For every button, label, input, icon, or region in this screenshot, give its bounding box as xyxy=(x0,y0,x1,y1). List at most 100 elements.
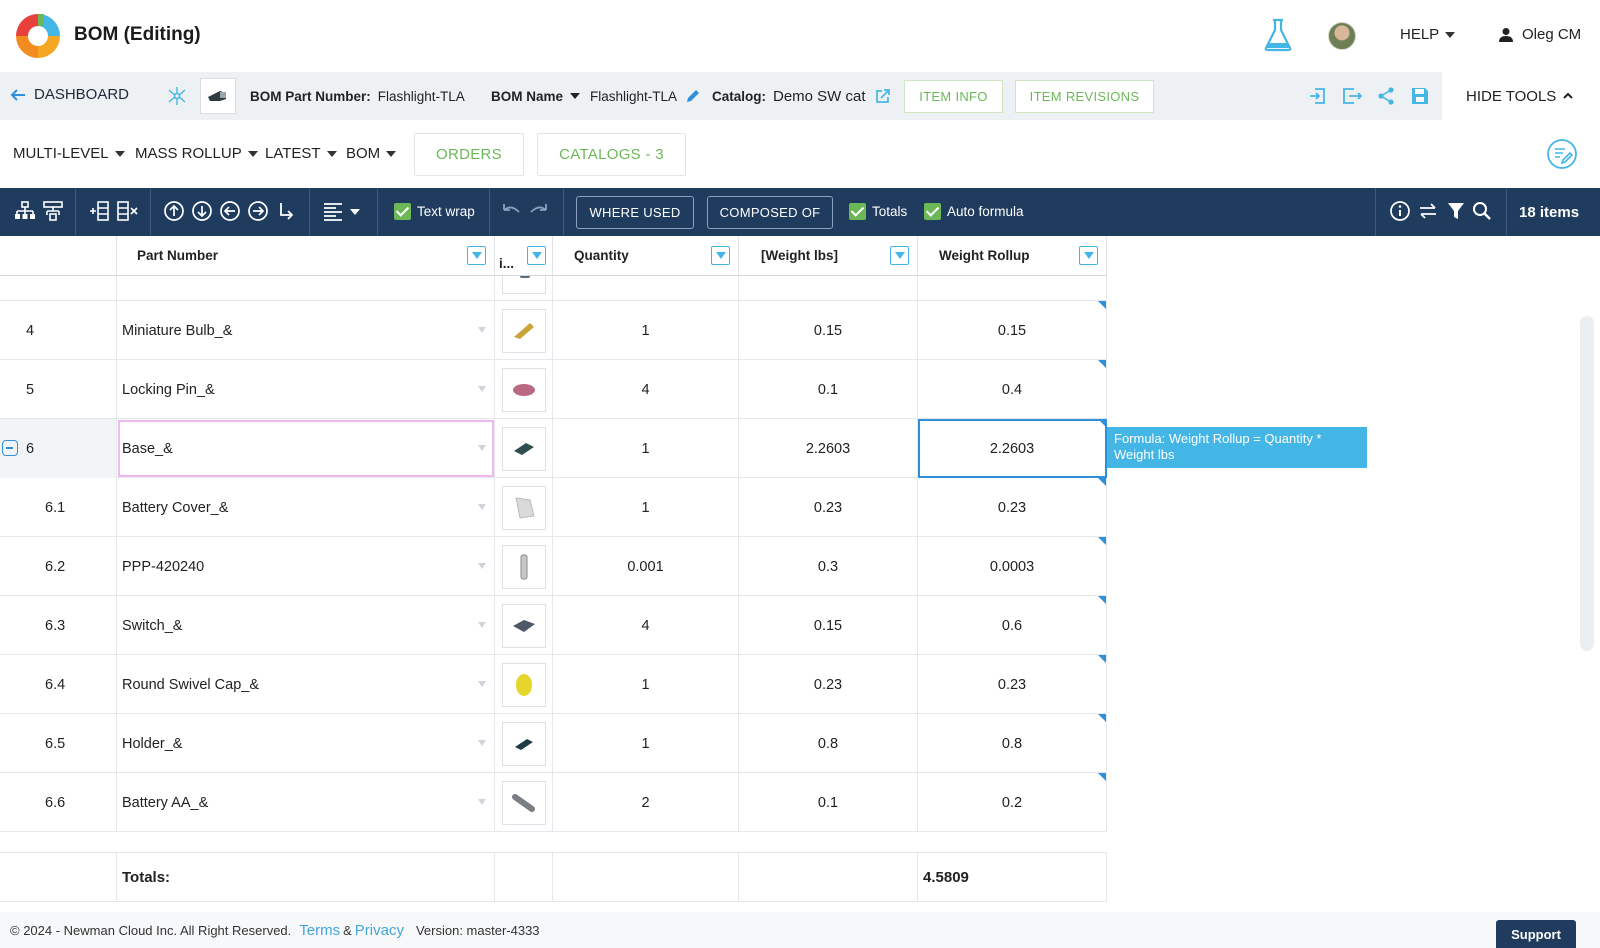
composed-of-button[interactable]: COMPOSED OF xyxy=(707,196,833,229)
external-link-icon[interactable] xyxy=(874,88,891,105)
table-row[interactable]: 6.1 Battery Cover_& 1 0.23 0.23 xyxy=(0,478,1107,537)
expand-tree-icon[interactable] xyxy=(14,200,36,222)
table-row[interactable]: 4 Miniature Bulb_& 1 0.15 0.15 xyxy=(0,301,1107,360)
insert-row-icon[interactable] xyxy=(88,200,110,222)
image-cell[interactable] xyxy=(495,537,553,596)
filter-icon[interactable] xyxy=(1445,200,1467,222)
swap-icon[interactable] xyxy=(1417,200,1439,222)
weight-cell[interactable]: 0.8 xyxy=(739,714,918,773)
support-button[interactable]: Support xyxy=(1496,920,1576,948)
weight-rollup-cell[interactable]: 0.8 xyxy=(918,714,1107,773)
move-up-icon[interactable] xyxy=(163,200,185,222)
weight-rollup-cell[interactable]: 0.15 xyxy=(918,301,1107,360)
image-cell[interactable] xyxy=(495,596,553,655)
app-logo-icon[interactable] xyxy=(14,12,62,60)
part-number-cell[interactable]: Battery AA_& xyxy=(117,773,495,832)
info-icon[interactable] xyxy=(1389,200,1411,222)
weight-cell[interactable]: 0.1 xyxy=(739,773,918,832)
image-cell[interactable] xyxy=(495,360,553,419)
part-number-cell[interactable]: Switch_& xyxy=(117,596,495,655)
auto-formula-toggle[interactable]: Auto formula xyxy=(924,203,1024,220)
where-used-button[interactable]: WHERE USED xyxy=(576,196,694,229)
row-index-cell[interactable]: 6.4 xyxy=(0,655,117,714)
weight-rollup-cell[interactable]: 0.6 xyxy=(918,596,1107,655)
weight-cell[interactable]: 0.15 xyxy=(739,596,918,655)
redo-icon[interactable] xyxy=(528,200,550,222)
table-row[interactable]: 5 Locking Pin_& 4 0.1 0.4 xyxy=(0,360,1107,419)
quantity-cell[interactable]: 1 xyxy=(553,301,739,360)
chevron-down-icon[interactable] xyxy=(478,563,486,569)
avatar[interactable] xyxy=(1328,22,1356,50)
part-number-cell[interactable]: Holder_& xyxy=(117,714,495,773)
weight-cell[interactable]: 0.23 xyxy=(739,655,918,714)
orders-button[interactable]: ORDERS xyxy=(414,133,524,176)
row-index-cell[interactable]: 4 xyxy=(0,301,117,360)
multilevel-menu[interactable]: MULTI-LEVEL xyxy=(13,145,125,162)
part-image[interactable] xyxy=(501,485,546,530)
weight-rollup-cell[interactable]: 0.23 xyxy=(918,478,1107,537)
quantity-cell[interactable]: 2 xyxy=(553,773,739,832)
indent-icon[interactable] xyxy=(247,200,269,222)
move-down-icon[interactable] xyxy=(191,200,213,222)
image-cell[interactable] xyxy=(495,714,553,773)
part-image[interactable] xyxy=(501,662,546,707)
flask-icon[interactable] xyxy=(1263,18,1293,52)
image-cell[interactable] xyxy=(495,655,553,714)
column-filter-icon[interactable] xyxy=(711,246,730,265)
table-row[interactable]: 6.2 PPP-420240 0.001 0.3 0.0003 xyxy=(0,537,1107,596)
part-image[interactable] xyxy=(501,544,546,589)
export-icon[interactable] xyxy=(1341,86,1363,106)
chevron-down-icon[interactable] xyxy=(478,681,486,687)
weight-rollup-cell[interactable]: 2.2603 xyxy=(918,419,1107,478)
dashboard-link[interactable]: DASHBOARD xyxy=(10,86,129,103)
item-revisions-button[interactable]: ITEM REVISIONS xyxy=(1015,80,1154,113)
quantity-column-header[interactable]: Quantity xyxy=(553,236,739,276)
image-cell[interactable] xyxy=(495,301,553,360)
table-row[interactable]: 6.3 Switch_& 4 0.15 0.6 xyxy=(0,596,1107,655)
network-icon[interactable] xyxy=(166,85,188,107)
part-number-cell[interactable]: Battery Cover_& xyxy=(117,478,495,537)
weight-rollup-cell[interactable]: 0.4 xyxy=(918,360,1107,419)
row-index-cell[interactable]: 6.2 xyxy=(0,537,117,596)
bom-name[interactable]: BOM Name Flashlight-TLA xyxy=(491,72,701,120)
delete-row-icon[interactable] xyxy=(116,200,138,222)
part-number-column-header[interactable]: Part Number xyxy=(117,236,495,276)
quantity-cell[interactable]: 0.001 xyxy=(553,537,739,596)
part-image[interactable] xyxy=(501,780,546,825)
chevron-down-icon[interactable] xyxy=(478,504,486,510)
column-filter-icon[interactable] xyxy=(1079,246,1098,265)
weight-rollup-cell[interactable]: 0.0003 xyxy=(918,537,1107,596)
table-row[interactable]: 6.4 Round Swivel Cap_& 1 0.23 0.23 xyxy=(0,655,1107,714)
hide-tools-button[interactable]: HIDE TOOLS xyxy=(1442,72,1600,120)
catalogs-button[interactable]: CATALOGS - 3 xyxy=(537,133,686,176)
row-index-cell[interactable]: 6.1 xyxy=(0,478,117,537)
row-index-cell[interactable]: 6.6 xyxy=(0,773,117,832)
weight-cell[interactable]: 0.23 xyxy=(739,478,918,537)
part-number-cell[interactable]: Base_& xyxy=(117,419,495,478)
pencil-icon[interactable] xyxy=(685,88,701,104)
weight-column-header[interactable]: [Weight lbs] xyxy=(739,236,918,276)
weight-rollup-cell[interactable]: 0.23 xyxy=(918,655,1107,714)
row-index-cell[interactable]: 6 xyxy=(0,419,117,478)
quantity-cell[interactable]: 1 xyxy=(553,714,739,773)
collapse-toggle-icon[interactable] xyxy=(2,440,18,456)
column-filter-icon[interactable] xyxy=(527,246,546,265)
chevron-down-icon[interactable] xyxy=(478,327,486,333)
row-index-cell[interactable]: 6.5 xyxy=(0,714,117,773)
weight-rollup-column-header[interactable]: Weight Rollup xyxy=(918,236,1107,276)
mass-rollup-menu[interactable]: MASS ROLLUP xyxy=(135,145,258,162)
part-image[interactable] xyxy=(501,721,546,766)
quantity-cell[interactable]: 1 xyxy=(553,478,739,537)
chevron-down-icon[interactable] xyxy=(478,386,486,392)
table-row[interactable]: 6 Base_& 1 2.2603 2.2603 xyxy=(0,419,1107,478)
weight-cell[interactable]: 0.15 xyxy=(739,301,918,360)
row-index-cell[interactable]: 6.3 xyxy=(0,596,117,655)
child-arrow-icon[interactable] xyxy=(275,200,297,222)
weight-cell[interactable]: 0.3 xyxy=(739,537,918,596)
latest-menu[interactable]: LATEST xyxy=(265,145,337,162)
part-number-cell[interactable]: PPP-420240 xyxy=(117,537,495,596)
search-icon[interactable] xyxy=(1471,200,1493,222)
terms-link[interactable]: Terms xyxy=(299,922,340,939)
quantity-cell[interactable]: 4 xyxy=(553,596,739,655)
totals-toggle[interactable]: Totals xyxy=(849,203,907,220)
